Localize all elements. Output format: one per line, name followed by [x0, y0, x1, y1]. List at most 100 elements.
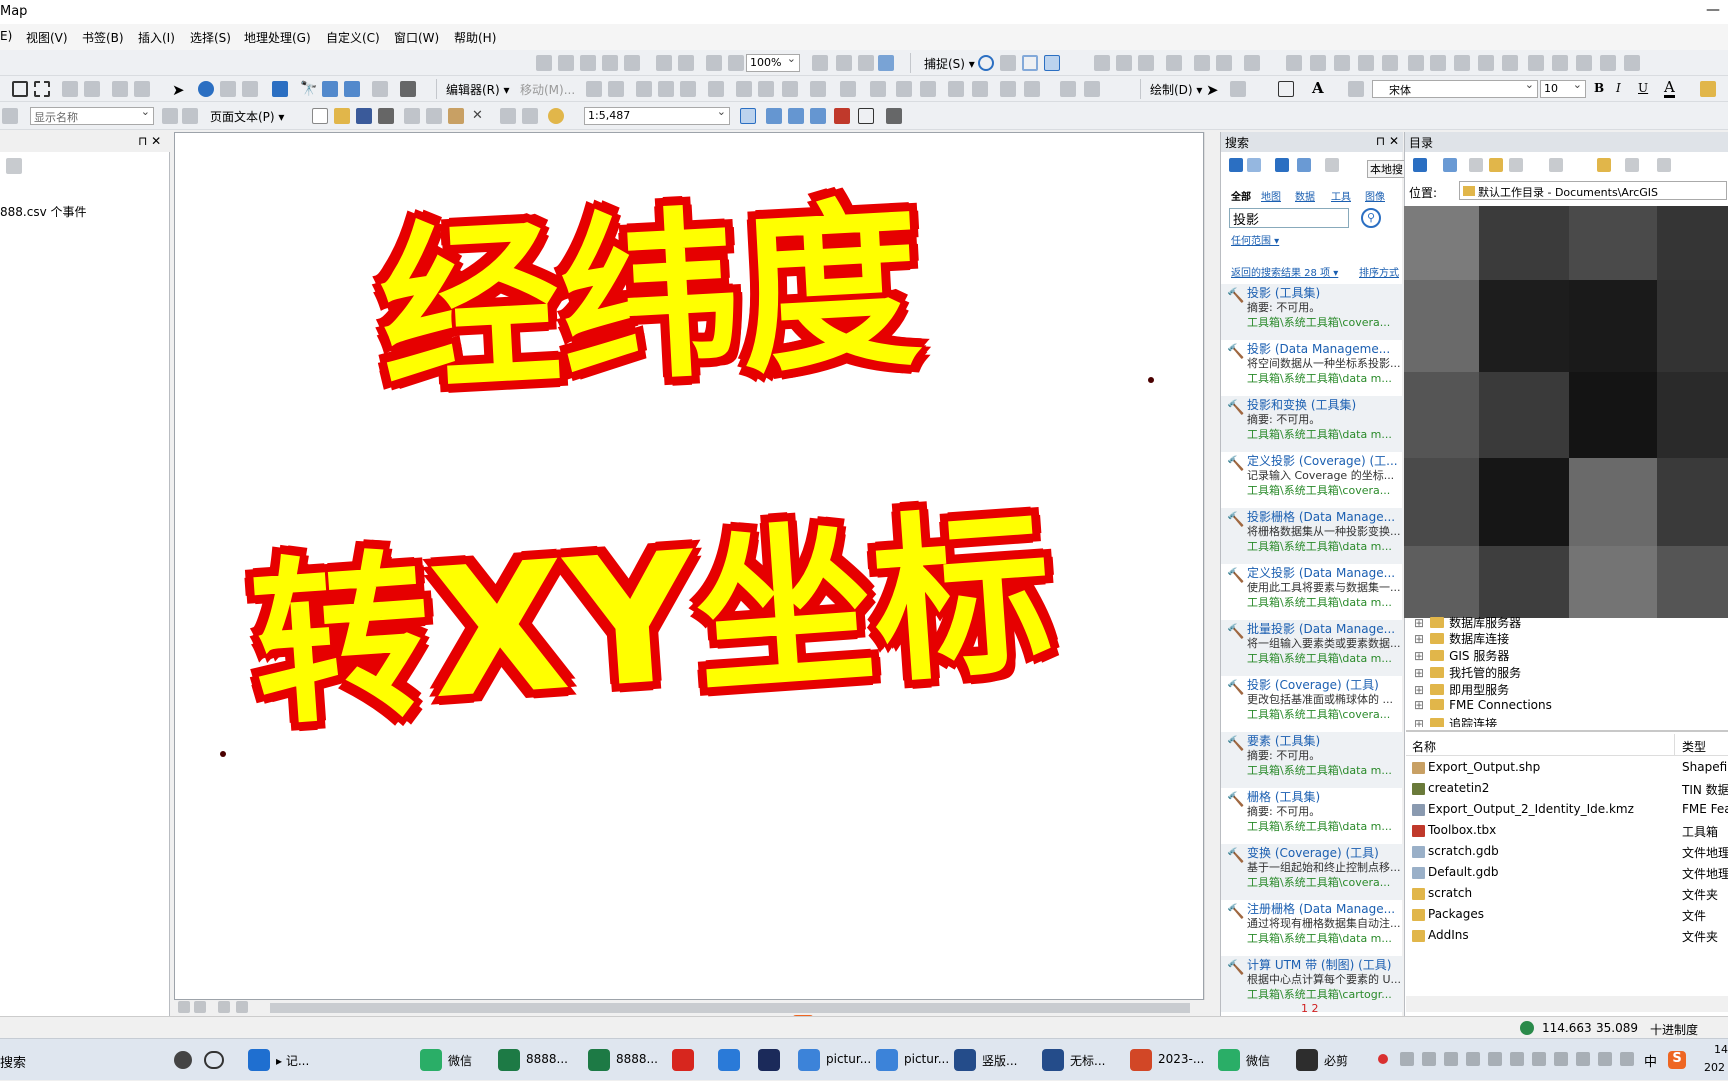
refresh-icon[interactable] [1297, 158, 1311, 172]
taskbar-app[interactable]: ▸ 记... [244, 1045, 313, 1075]
tray-icon[interactable] [1576, 1052, 1590, 1066]
search-scope[interactable]: 任何范围 ▾ [1231, 232, 1279, 247]
editor-toolbar-icon[interactable] [740, 108, 756, 124]
layout-icon[interactable] [656, 55, 672, 71]
taskbar-app[interactable] [668, 1045, 698, 1075]
font-color-button[interactable]: A [1664, 79, 1675, 98]
open-icon[interactable] [334, 108, 350, 124]
tree-item-gis-servers[interactable]: ⊞ GIS 服务器 [1414, 647, 1509, 664]
rectangle-icon[interactable] [1278, 81, 1294, 97]
html-popup-icon[interactable] [242, 81, 258, 97]
new-text-icon[interactable]: A [1312, 79, 1324, 97]
tray-icon[interactable] [1554, 1052, 1568, 1066]
edit-tool-icon[interactable] [636, 81, 652, 97]
layout-icon[interactable] [858, 55, 874, 71]
create-viewer-icon[interactable] [400, 81, 416, 97]
search-result-item[interactable]: 🔨 栅格 (工具集) 摘要: 不可用。 工具箱\系统工具箱\data m... [1221, 788, 1403, 844]
play-icon[interactable] [162, 108, 178, 124]
move-menu[interactable]: 移动(M)... [520, 81, 575, 98]
edit-tool-icon[interactable] [810, 81, 826, 97]
edit-tool-icon[interactable] [948, 81, 964, 97]
print-icon[interactable] [378, 108, 394, 124]
bold-button[interactable]: B [1594, 81, 1604, 95]
new-folder-icon[interactable] [1597, 158, 1611, 172]
tray-icon[interactable] [1444, 1052, 1458, 1066]
taskbar-app[interactable] [754, 1045, 784, 1075]
search-result-item[interactable]: 🔨 定义投影 (Data Manage... 使用此工具将要素与数据集一... 工具箱… [1221, 564, 1403, 620]
contents-row[interactable]: createtin2 TIN 数据 [1410, 779, 1728, 800]
cut-icon[interactable] [404, 108, 420, 124]
edit-tool-icon[interactable] [840, 81, 856, 97]
tree-item-fme-connections[interactable]: ⊞ FME Connections [1414, 698, 1552, 712]
edit-tool-icon[interactable] [1382, 55, 1398, 71]
contents-row[interactable]: Toolbox.tbx 工具箱 [1410, 821, 1728, 842]
connect-folder-icon[interactable] [1509, 158, 1523, 172]
volume-icon[interactable] [1598, 1052, 1612, 1066]
identify-icon[interactable] [198, 81, 214, 97]
taskbar-app[interactable]: 无标... [1038, 1045, 1109, 1075]
tray-icon[interactable] [1488, 1052, 1502, 1066]
full-extent-icon[interactable] [12, 81, 28, 97]
zoom-page-icon[interactable] [728, 55, 744, 71]
undo-icon[interactable] [500, 108, 516, 124]
clock-date[interactable]: 202 [1704, 1061, 1725, 1074]
search-window-icon[interactable] [810, 108, 826, 124]
pause-icon[interactable] [236, 1001, 248, 1013]
menu-customize[interactable]: 自定义(C) [326, 29, 380, 46]
search-result-item[interactable]: 🔨 投影栅格 (Data Manage... 将栅格数据集从一种投影变换... 工具箱… [1221, 508, 1403, 564]
back-icon[interactable] [1229, 158, 1243, 172]
menu-geoprocessing[interactable]: 地理处理(G) [244, 29, 311, 46]
contents-row[interactable]: scratch 文件夹 [1410, 884, 1728, 905]
select-elements-icon[interactable]: ➤ [172, 81, 188, 99]
layout-icon[interactable] [678, 55, 694, 71]
taskbar-app[interactable]: 竖版... [950, 1045, 1021, 1075]
location-combo[interactable]: 默认工作目录 - Documents\ArcGIS [1459, 181, 1727, 200]
edit-tool-icon[interactable] [1286, 55, 1302, 71]
taskbar-search[interactable]: 搜索 [0, 1052, 26, 1071]
edit-tool-icon[interactable] [758, 81, 774, 97]
taskbar-app[interactable]: pictur... [872, 1045, 953, 1075]
search-result-item[interactable]: 🔨 投影 (工具集) 摘要: 不可用。 工具箱\系统工具箱\covera... [1221, 284, 1403, 340]
options-icon[interactable] [1657, 158, 1671, 172]
clear-selection-icon[interactable] [134, 81, 150, 97]
microphone-icon[interactable] [174, 1051, 192, 1069]
edit-tool-icon[interactable] [1408, 55, 1424, 71]
search-result-item[interactable]: 🔨 定义投影 (Coverage) (工... 记录输入 Coverage 的坐标.… [1221, 452, 1403, 508]
layout-icon[interactable] [878, 55, 894, 71]
add-data-icon[interactable] [548, 108, 564, 124]
snap-edge-icon[interactable] [1022, 55, 1038, 71]
edit-tool-icon[interactable] [1060, 81, 1076, 97]
home-folder-icon[interactable] [1489, 158, 1503, 172]
edit-tool-icon[interactable] [896, 81, 912, 97]
contents-row[interactable]: AddIns 文件夹 [1410, 926, 1728, 947]
edit-tool-icon[interactable] [1084, 81, 1100, 97]
edit-tool-icon[interactable] [1194, 55, 1210, 71]
catalog-horizontal-scrollbar[interactable] [1406, 996, 1728, 1012]
edit-tool-icon[interactable] [1116, 55, 1132, 71]
text-tool-icon[interactable] [1348, 81, 1364, 97]
find-icon[interactable]: 🔭 [300, 81, 317, 97]
go-to-xy-icon[interactable] [344, 81, 360, 97]
display-name-combo[interactable]: 显示名称 [30, 107, 154, 125]
search-pin-close[interactable]: ⊓ ✕ [1376, 134, 1399, 148]
edit-tool-icon[interactable] [658, 81, 674, 97]
last-page-icon[interactable] [182, 108, 198, 124]
edit-tool-icon[interactable] [1576, 55, 1592, 71]
layout-icon[interactable] [836, 55, 852, 71]
layout-view-icon[interactable] [194, 1001, 206, 1013]
layout-icon[interactable] [812, 55, 828, 71]
headset-icon[interactable] [204, 1051, 224, 1069]
tree-item-db-servers[interactable]: ⊞ 数据库服务器 [1414, 614, 1521, 631]
edit-tool-icon[interactable] [1024, 81, 1040, 97]
filter-data[interactable]: 数据 [1295, 188, 1315, 203]
edit-tool-icon[interactable] [1478, 55, 1494, 71]
contents-row[interactable]: Export_Output.shp Shapefi [1410, 758, 1728, 779]
edit-tool-icon[interactable] [680, 81, 696, 97]
tree-item-hosted-services[interactable]: ⊞ 我托管的服务 [1414, 664, 1521, 681]
layout-icon[interactable] [602, 55, 618, 71]
edit-tool-icon[interactable] [1244, 55, 1260, 71]
refresh-icon[interactable] [218, 1001, 230, 1013]
contents-row[interactable]: Export_Output_2_Identity_Ide.kmz FME Fea [1410, 800, 1728, 821]
taskbar-app[interactable]: pictur... [794, 1045, 875, 1075]
snap-vertex-icon[interactable] [1000, 55, 1016, 71]
